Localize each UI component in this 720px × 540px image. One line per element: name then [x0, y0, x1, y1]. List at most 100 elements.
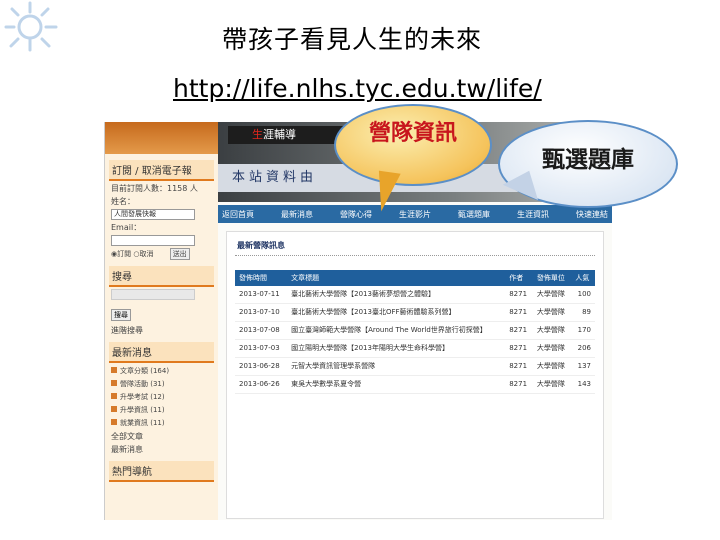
- table-row[interactable]: 2013-07-11 臺北藝術大學營隊【2013藝術夢想營之體驗】 8271 大學營隊…: [235, 286, 595, 304]
- cell-author: 8271: [505, 339, 533, 358]
- col-author: 作者: [505, 270, 533, 286]
- all-articles-link[interactable]: 全部文章: [111, 431, 212, 442]
- nav-quick-links[interactable]: 快速連結: [576, 209, 608, 220]
- cell-title[interactable]: 元智大學資訊管理學系營隊: [287, 357, 506, 376]
- cell-author: 8271: [505, 321, 533, 340]
- cell-views: 143: [571, 375, 595, 394]
- site-url-link[interactable]: http://life.nlhs.tyc.edu.tw/life/: [173, 74, 542, 103]
- folder-icon: [111, 419, 117, 425]
- nav-bar: 返回首頁 最新消息 營隊心得 生涯影片 甄選題庫 生涯資訊 快速連結: [218, 205, 612, 223]
- content-panel: 最新營隊訊息 發佈時間 文章標題 作者 發佈單位 人氣 2013-07-11 臺北…: [226, 231, 604, 519]
- sun-icon: [4, 1, 58, 52]
- radio-cancel-label: 取消: [139, 250, 154, 258]
- name-field[interactable]: 人間發展快報: [111, 209, 195, 220]
- cell-title[interactable]: 國立臺灣師範大學營隊【Around The World世界旅行初探營】: [287, 321, 506, 340]
- question-bank-callout-text: 甄選題庫: [542, 147, 634, 173]
- nav-home[interactable]: 返回首頁: [222, 209, 254, 220]
- site-logo[interactable]: 生涯輔導: [228, 126, 348, 144]
- cell-title[interactable]: 臺北藝術大學營隊【2013臺北OFF藝術體驗系列營】: [287, 303, 506, 322]
- latest-link[interactable]: 最新消息: [111, 444, 212, 455]
- cell-date: 2013-06-28: [235, 357, 288, 376]
- nav-news[interactable]: 最新消息: [281, 209, 313, 220]
- articles-table: 發佈時間 文章標題 作者 發佈單位 人氣 2013-07-11 臺北藝術大學營隊【…: [235, 270, 595, 394]
- cell-unit: 大學營隊: [532, 375, 572, 394]
- cell-views: 137: [571, 357, 595, 376]
- folder-icon: [111, 367, 117, 373]
- col-unit: 發佈單位: [532, 270, 572, 286]
- cell-views: 100: [571, 286, 595, 304]
- cell-date: 2013-07-03: [235, 339, 288, 358]
- cell-author: 8271: [505, 375, 533, 394]
- cell-title[interactable]: 臺北藝術大學營隊【2013藝術夢想營之體驗】: [287, 286, 506, 304]
- cell-views: 89: [571, 303, 595, 322]
- table-row[interactable]: 2013-06-28 元智大學資訊管理學系營隊 8271 大學營隊 137: [235, 357, 595, 376]
- category-header: 最新消息: [109, 342, 214, 363]
- nav-career-info[interactable]: 生涯資訊: [517, 209, 549, 220]
- col-views: 人氣: [571, 270, 595, 286]
- cell-date: 2013-06-26: [235, 375, 288, 394]
- table-row[interactable]: 2013-07-08 國立臺灣師範大學營隊【Around The World世界旅…: [235, 321, 595, 340]
- send-button[interactable]: 送出: [169, 248, 190, 260]
- category-label: 營隊活動 (31): [120, 380, 165, 388]
- folder-icon: [111, 406, 117, 412]
- advanced-search-link[interactable]: 進階搜尋: [111, 325, 212, 336]
- col-date: 發佈時間: [235, 270, 288, 286]
- radio-cancel[interactable]: ○取消: [133, 250, 153, 258]
- email-field[interactable]: [111, 235, 195, 246]
- cell-date: 2013-07-08: [235, 321, 288, 340]
- cell-unit: 大學營隊: [532, 321, 572, 340]
- question-bank-callout: 甄選題庫: [498, 120, 678, 212]
- subscriber-count: 目前訂閱人數：1158 人: [111, 184, 198, 193]
- search-header: 搜尋: [109, 266, 214, 287]
- table-row[interactable]: 2013-07-03 國立陽明大學營隊【2013年陽明大學生命科學營】 8271 大學…: [235, 339, 595, 358]
- category-item[interactable]: 就業資訊 (11): [111, 418, 212, 428]
- cell-unit: 大學營隊: [532, 357, 572, 376]
- logo-accent: 生: [252, 128, 263, 141]
- sidebar-top-bar: [105, 122, 218, 154]
- nav-career-video[interactable]: 生涯影片: [399, 209, 431, 220]
- email-label: Email：: [111, 223, 142, 232]
- subscribe-header: 訂閱 / 取消電子報: [109, 160, 214, 181]
- category-label: 就業資訊 (11): [120, 419, 165, 427]
- cell-title[interactable]: 東吳大學數學系夏令營: [287, 375, 506, 394]
- subscribe-options: ◉訂閱 ○取消 送出: [111, 248, 212, 260]
- category-item[interactable]: 文章分類 (164): [111, 366, 212, 376]
- search-input[interactable]: [111, 289, 195, 300]
- category-item[interactable]: 營隊活動 (31): [111, 379, 212, 389]
- category-label: 升學考試 (12): [120, 393, 165, 401]
- cell-date: 2013-07-11: [235, 286, 288, 304]
- cell-unit: 大學營隊: [532, 286, 572, 304]
- name-label: 姓名：: [111, 197, 135, 206]
- table-row[interactable]: 2013-07-10 臺北藝術大學營隊【2013臺北OFF藝術體驗系列營】 8271…: [235, 303, 595, 322]
- cell-author: 8271: [505, 286, 533, 304]
- cell-unit: 大學營隊: [532, 339, 572, 358]
- cell-date: 2013-07-10: [235, 303, 288, 322]
- sidebar: 訂閱 / 取消電子報 目前訂閱人數：1158 人 姓名： 人間發展快報 Emai…: [105, 122, 218, 520]
- folder-icon: [111, 380, 117, 386]
- camp-info-callout: 營隊資訊: [334, 104, 492, 214]
- folder-icon: [111, 393, 117, 399]
- category-item[interactable]: 升學考試 (12): [111, 392, 212, 402]
- cell-author: 8271: [505, 303, 533, 322]
- cell-title[interactable]: 國立陽明大學營隊【2013年陽明大學生命科學營】: [287, 339, 506, 358]
- search-button[interactable]: 搜尋: [111, 309, 131, 321]
- nav-camp-notes[interactable]: 營隊心得: [340, 209, 372, 220]
- radio-subscribe[interactable]: ◉訂閱: [111, 250, 131, 258]
- radio-subscribe-label: 訂閱: [117, 250, 132, 258]
- logo-text: 涯輔導: [263, 128, 296, 141]
- table-header-row: 發佈時間 文章標題 作者 發佈單位 人氣: [235, 270, 595, 286]
- cell-views: 170: [571, 321, 595, 340]
- nav-question-bank[interactable]: 甄選題庫: [458, 209, 490, 220]
- cell-views: 206: [571, 339, 595, 358]
- cell-unit: 大學營隊: [532, 303, 572, 322]
- slide-title: 帶孩子看見人生的未來: [222, 25, 483, 54]
- cell-author: 8271: [505, 357, 533, 376]
- content-title: 最新營隊訊息: [235, 236, 595, 256]
- hot-header: 熱門導航: [109, 461, 214, 482]
- category-item[interactable]: 升學資訊 (11): [111, 405, 212, 415]
- col-title: 文章標題: [287, 270, 506, 286]
- table-row[interactable]: 2013-06-26 東吳大學數學系夏令營 8271 大學營隊 143: [235, 375, 595, 394]
- camp-info-callout-text: 營隊資訊: [368, 121, 457, 146]
- category-label: 文章分類 (164): [120, 367, 170, 375]
- category-label: 升學資訊 (11): [120, 406, 165, 414]
